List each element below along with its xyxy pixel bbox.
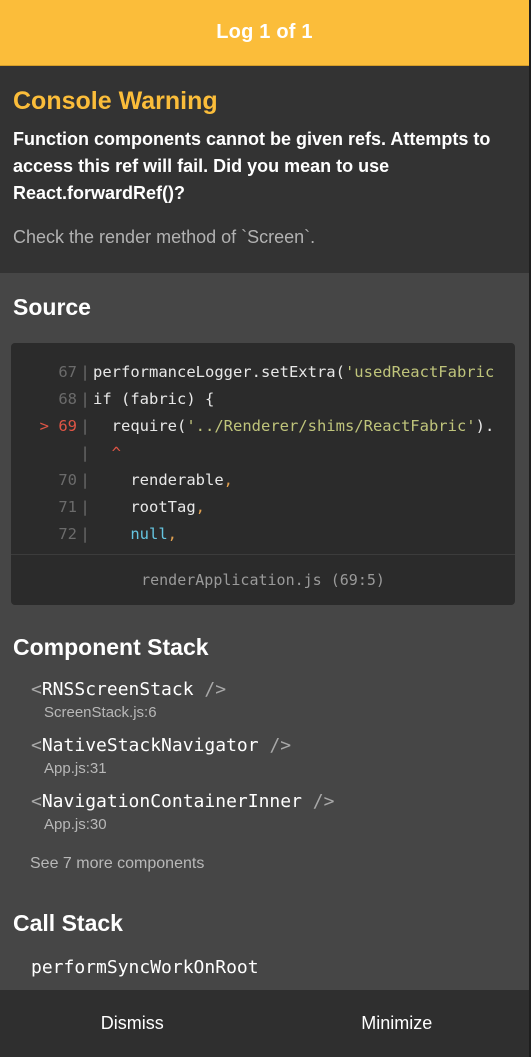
gutter-divider: | <box>80 444 90 462</box>
warning-title: Console Warning <box>13 87 218 115</box>
code-text: ^ <box>93 444 121 462</box>
gutter-divider: | <box>80 471 90 489</box>
line-number: 68 <box>58 390 77 408</box>
call-stack-frame[interactable]: performSyncWorkOnRoot <box>13 957 516 978</box>
component-frame-name: <NativeStackNavigator /> <box>31 735 292 756</box>
component-frame[interactable]: <NativeStackNavigator /> App.js:31 <box>31 733 516 779</box>
code-text: performanceLogger.setExtra('usedReactFab… <box>93 363 495 381</box>
minimize-button[interactable]: Minimize <box>265 990 530 1057</box>
component-frame-name: <RNSScreenStack /> <box>31 679 227 700</box>
code-frame[interactable]: 67 | performanceLogger.setExtra('usedReact… <box>11 343 515 605</box>
line-number: 72 <box>58 525 77 543</box>
line-number <box>11 440 77 467</box>
code-line: 72 | null, <box>11 521 515 548</box>
gutter-divider: | <box>80 417 90 435</box>
code-line: > 69 | require('../Renderer/shims/ReactFa… <box>11 413 515 440</box>
line-number: > 69 <box>39 417 77 435</box>
component-frame-name: <NavigationContainerInner /> <box>31 791 335 812</box>
code-text: require('../Renderer/shims/ReactFabric')… <box>93 417 495 435</box>
code-lines: 67 | performanceLogger.setExtra('usedReact… <box>11 343 515 554</box>
code-line: | ^ <box>11 440 515 467</box>
warning-detail: Check the render method of `Screen`. <box>13 227 316 247</box>
component-frame-file: App.js:31 <box>44 760 107 777</box>
log-box-screen: Log 1 of 1 Console Warning Function comp… <box>0 0 531 1057</box>
gutter-divider: | <box>80 498 90 516</box>
warning-message[interactable]: Function components cannot be given refs… <box>13 126 516 207</box>
source-section: Source 67 | performanceLogger.setExtra('us… <box>0 273 529 605</box>
line-number: 71 <box>58 498 77 516</box>
line-number: 67 <box>58 363 77 381</box>
component-stack-section: Component Stack <RNSScreenStack /> Scree… <box>0 605 529 873</box>
call-stack-heading: Call Stack <box>13 910 123 936</box>
log-counter-title: Log 1 of 1 <box>216 21 313 43</box>
component-stack-heading: Component Stack <box>13 634 209 660</box>
code-line: 67 | performanceLogger.setExtra('usedReact… <box>11 359 515 386</box>
code-text: if (fabric) { <box>93 390 215 408</box>
gutter-divider: | <box>80 525 90 543</box>
see-more-components-link[interactable]: See 7 more components <box>13 855 516 873</box>
code-line: 68 | if (fabric) { <box>11 386 515 413</box>
component-frame[interactable]: <RNSScreenStack /> ScreenStack.js:6 <box>31 677 516 723</box>
footer-bar: Dismiss Minimize <box>0 990 529 1057</box>
code-text: renderable, <box>93 471 233 489</box>
component-frame-file: ScreenStack.js:6 <box>44 704 157 721</box>
log-header: Log 1 of 1 <box>0 0 529 66</box>
warning-panel: Console Warning Function components cann… <box>0 66 529 273</box>
source-heading: Source <box>13 294 91 320</box>
gutter-divider: | <box>80 363 90 381</box>
error-line-marker: > <box>39 417 49 435</box>
component-frame[interactable]: <NavigationContainerInner /> App.js:30 <box>31 789 516 835</box>
code-line: 71 | rootTag, <box>11 494 515 521</box>
code-text: null, <box>93 525 177 543</box>
gutter-divider: | <box>80 390 90 408</box>
call-stack-section: Call Stack performSyncWorkOnRoot <box>0 873 529 978</box>
dismiss-button[interactable]: Dismiss <box>0 990 265 1057</box>
code-line: 70 | renderable, <box>11 467 515 494</box>
line-number: 70 <box>58 471 77 489</box>
code-file-location[interactable]: renderApplication.js (69:5) <box>11 554 515 605</box>
code-text: rootTag, <box>93 498 205 516</box>
component-frames: <RNSScreenStack /> ScreenStack.js:6 <Nat… <box>13 677 516 835</box>
component-frame-file: App.js:30 <box>44 816 107 833</box>
